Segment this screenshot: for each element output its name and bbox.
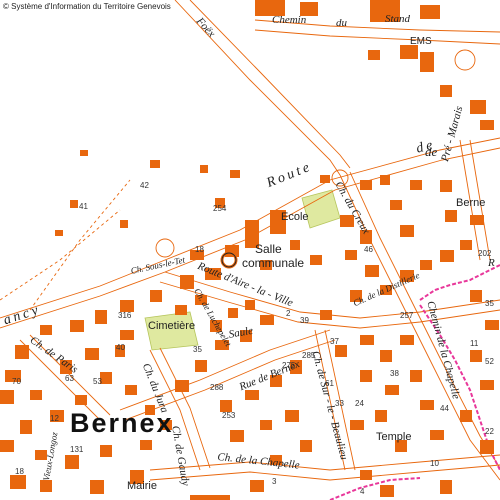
house-number: 24 — [355, 399, 364, 408]
cimetiere-label: Cimetière — [148, 320, 196, 332]
temple-label: Temple — [376, 431, 412, 443]
house-number: 42 — [140, 181, 149, 190]
house-number: 41 — [79, 202, 88, 211]
house-number: 35 — [485, 299, 494, 308]
house-number: 52 — [485, 357, 494, 366]
house-number: 275 — [282, 361, 296, 370]
map-canvas[interactable]: © Système d'Information du Territoire Ge… — [0, 0, 500, 500]
house-number: 4 — [360, 487, 365, 496]
house-number: 2 — [286, 309, 291, 318]
house-number: 61 — [325, 379, 334, 388]
house-number: 254 — [213, 204, 227, 213]
house-number: 202 — [478, 249, 492, 258]
house-number: 35 — [193, 345, 202, 354]
house-number: 11 — [470, 339, 479, 348]
house-number: 33 — [335, 399, 344, 408]
house-number: 46 — [364, 245, 373, 254]
chemin-stand-2: du — [336, 17, 347, 29]
berne-label: Berne — [456, 197, 486, 209]
house-number: 44 — [440, 404, 449, 413]
mairie-label: Mairie — [127, 480, 157, 492]
bernex-label: Bernex — [70, 408, 174, 438]
pink-route — [419, 264, 500, 301]
house-number: 10 — [430, 459, 439, 468]
route-right-label: R — [488, 257, 495, 269]
chemin-stand-1: Chemin — [272, 14, 307, 26]
house-number: 288 — [210, 383, 224, 392]
house-number: 12 — [50, 414, 59, 423]
house-number: 18 — [15, 467, 24, 476]
house-number: 70 — [12, 377, 21, 386]
house-number: 53 — [93, 377, 102, 386]
house-number: 63 — [65, 374, 74, 383]
house-number: 257 — [400, 311, 414, 320]
house-number: 38 — [390, 369, 399, 378]
house-number: 131 — [70, 445, 84, 454]
house-number: 22 — [485, 427, 494, 436]
chemin-stand-3: Stand — [385, 13, 411, 25]
house-number: 316 — [118, 311, 132, 320]
house-number: 253 — [222, 411, 236, 420]
house-number: 285 — [302, 351, 316, 360]
house-number: 39 — [300, 316, 309, 325]
salle-label-2: communale — [242, 256, 305, 270]
ecole-label: Ecole — [281, 211, 309, 223]
copyright-text: © Système d'Information du Territoire Ge… — [3, 2, 171, 11]
house-number: 18 — [195, 245, 204, 254]
de-top-label: de — [425, 144, 438, 159]
house-number: 37 — [330, 337, 339, 346]
house-number: 40 — [116, 343, 125, 352]
salle-label-1: Salle — [255, 242, 282, 256]
house-number: 3 — [272, 477, 277, 486]
ems-label: EMS — [410, 36, 432, 47]
